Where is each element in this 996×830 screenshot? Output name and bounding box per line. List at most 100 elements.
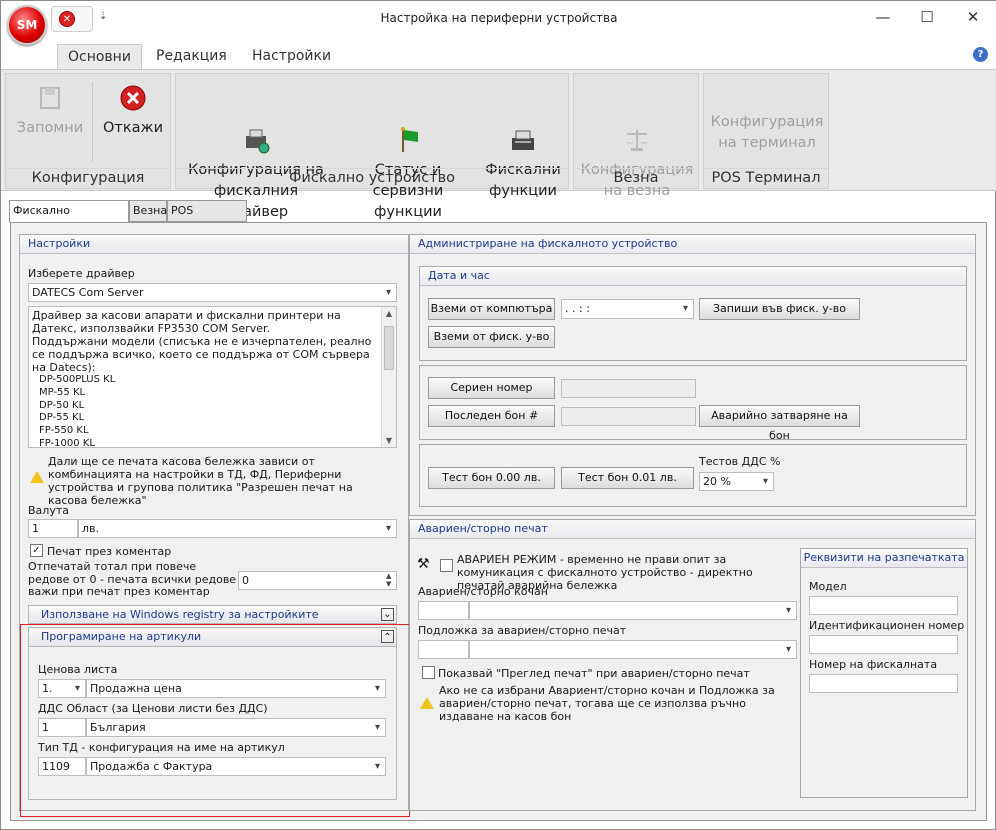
test-receipt-1-button[interactable]: Тест бон 0.01 лв. bbox=[561, 467, 694, 489]
pad-select[interactable] bbox=[469, 640, 797, 659]
last-receipt-field bbox=[561, 407, 696, 426]
spin-arrows-icon[interactable]: ▲ ▼ bbox=[386, 572, 391, 588]
help-icon[interactable]: ? bbox=[973, 47, 988, 62]
expand-icon[interactable]: ⌄ bbox=[381, 608, 394, 621]
description-scrollbar[interactable]: ▲ ▼ bbox=[381, 307, 396, 447]
ribbon: Запомни Откажи Конфигурация Конфигурация… bbox=[1, 69, 996, 220]
serial-number-button[interactable]: Сериен номер bbox=[428, 377, 555, 399]
get-from-pc-button[interactable]: Вземи от компютъра bbox=[428, 298, 555, 320]
admin-panel: Администриране на фискалното устройство … bbox=[409, 234, 976, 516]
tab-pos-terminal[interactable]: POS терминал bbox=[167, 200, 247, 237]
window-title: Настройка на периферни устройства bbox=[380, 11, 618, 25]
driver-select[interactable]: DATECS Com Server bbox=[28, 283, 397, 302]
close-button[interactable]: ✕ bbox=[953, 7, 993, 29]
datetime-picker[interactable]: . . : : bbox=[561, 299, 694, 319]
status-service-button[interactable]: Статус и сервизни функции bbox=[338, 84, 478, 223]
content-area: Настройки Изберете драйвер DATECS Com Se… bbox=[10, 222, 987, 821]
description-text: Драйвер за касови апарати и фискални при… bbox=[32, 309, 372, 374]
currency-label: Валута bbox=[28, 504, 69, 517]
id-number-field[interactable] bbox=[809, 635, 958, 654]
emergency-header: Авариен/сторно печат bbox=[410, 520, 975, 539]
write-to-device-button[interactable]: Запиши във фиск. у-во bbox=[699, 298, 860, 320]
total-spin[interactable]: 0 bbox=[238, 571, 397, 590]
cancel-button[interactable]: Откажи bbox=[98, 84, 168, 139]
pad-label: Подложка за авариен/сторно печат bbox=[418, 624, 627, 637]
fiscal-memory-field[interactable] bbox=[809, 674, 958, 693]
model-item: FP-1000 KL bbox=[39, 437, 95, 448]
test-vat-select[interactable]: 20 % bbox=[699, 472, 774, 491]
registry-label: Използване на Windows registry за настро… bbox=[41, 608, 319, 621]
test-vat-label: Тестов ДДС % bbox=[699, 455, 781, 468]
group-fiscal-device: Конфигурация на фискалния драйвер Статус… bbox=[175, 73, 569, 220]
model-item: DP-55 KL bbox=[39, 412, 85, 424]
group-scale: Конфигурация на везна Везна bbox=[573, 73, 699, 199]
pad-code[interactable] bbox=[418, 640, 469, 659]
emergency-close-button[interactable]: Аварийно затваряне на бон bbox=[699, 405, 860, 442]
printer-gear-icon bbox=[242, 105, 270, 154]
emergency-mode-checkbox[interactable] bbox=[440, 559, 453, 572]
tab-scale[interactable]: Везна bbox=[129, 200, 167, 222]
tab-osnovni[interactable]: Основни bbox=[57, 44, 142, 69]
divider bbox=[92, 82, 93, 162]
driver-label: Изберете драйвер bbox=[28, 267, 135, 280]
print-warning-text: Дали ще се печата касова бележка зависи … bbox=[48, 455, 353, 507]
requisites-section: Реквизити на разпечатката Модел Идентифи… bbox=[800, 548, 968, 798]
datetime-section: Дата и час Вземи от компютъра . . : : За… bbox=[419, 266, 967, 361]
registry-section[interactable]: Използване на Windows registry за настро… bbox=[28, 605, 397, 624]
model-item: FP-550 KL bbox=[39, 425, 89, 437]
warning-icon bbox=[30, 471, 44, 483]
model-item: DP-500PLUS KL bbox=[39, 374, 116, 385]
pos-config-button[interactable]: Конфигурация на терминал bbox=[708, 112, 826, 154]
group-label-scale: Везна bbox=[574, 168, 698, 188]
cancel-icon bbox=[119, 84, 147, 112]
currency-code-input[interactable]: 1 bbox=[28, 519, 78, 538]
test-receipt-section: Тест бон 0.00 лв. Тест бон 0.01 лв. Тест… bbox=[419, 444, 967, 507]
group-label-fiscal: Фискално устройство bbox=[176, 168, 568, 188]
requisites-header: Реквизити на разпечатката bbox=[801, 549, 967, 568]
driver-description[interactable]: Драйвер за касови апарати и фискални при… bbox=[28, 306, 397, 448]
warning-icon bbox=[420, 697, 434, 709]
print-comment-label: Печат през коментар bbox=[47, 545, 172, 558]
main-window: SM ✕ ⇣ Настройка на периферни устройства… bbox=[0, 0, 996, 830]
app-logo[interactable]: SM bbox=[7, 5, 47, 45]
minimize-button[interactable]: — bbox=[863, 7, 903, 29]
tab-redakcia[interactable]: Редакция bbox=[146, 44, 237, 69]
group-label-pos: POS Терминал bbox=[704, 168, 828, 188]
last-receipt-button[interactable]: Последен бон # bbox=[428, 405, 555, 427]
model-field[interactable] bbox=[809, 596, 958, 615]
preview-checkbox[interactable] bbox=[422, 666, 435, 679]
highlight-box bbox=[20, 624, 410, 817]
get-from-device-button[interactable]: Вземи от фиск. у-во bbox=[428, 326, 555, 348]
register-label: Авариен/сторно кочан bbox=[418, 585, 548, 598]
currency-select[interactable]: лв. bbox=[78, 519, 397, 538]
tab-nastroiki[interactable]: Настройки bbox=[242, 44, 341, 69]
emergency-note: Ако не са избрани Авариент/сторно кочан … bbox=[439, 684, 775, 723]
test-receipt-0-button[interactable]: Тест бон 0.00 лв. bbox=[428, 467, 555, 489]
total-label: Отпечатай тотал при повече редове от 0 -… bbox=[28, 560, 237, 598]
group-pos-terminal: Конфигурация на терминал POS Терминал bbox=[703, 73, 829, 189]
tools-icon: ⚒ bbox=[417, 556, 430, 572]
preview-label: Показвай "Преглед печат" при авариен/сто… bbox=[438, 667, 750, 680]
datetime-header: Дата и час bbox=[420, 267, 966, 286]
receipt-info-section: Сериен номер Последен бон # Аварийно зат… bbox=[419, 365, 967, 442]
scale-icon bbox=[623, 105, 651, 151]
save-button[interactable]: Запомни bbox=[12, 84, 88, 139]
model-item: DP-50 KL bbox=[39, 399, 85, 411]
admin-header: Администриране на фискалното устройство bbox=[410, 235, 975, 254]
maximize-button[interactable]: ☐ bbox=[907, 7, 947, 29]
save-icon bbox=[36, 84, 64, 112]
id-number-label: Идентификационен номер bbox=[809, 619, 965, 632]
model-item: MP-55 KL bbox=[39, 386, 86, 398]
group-configuration: Запомни Откажи Конфигурация bbox=[5, 73, 171, 189]
register-code[interactable] bbox=[418, 601, 469, 620]
tab-fiscal-device[interactable]: Фискално устройство bbox=[9, 200, 129, 237]
settings-header: Настройки bbox=[20, 235, 408, 254]
flag-icon bbox=[394, 105, 422, 152]
cash-register-icon bbox=[509, 105, 537, 150]
register-select[interactable] bbox=[469, 601, 797, 620]
print-comment-checkbox[interactable]: ✓ bbox=[30, 544, 43, 557]
cancel-label: Откажи bbox=[103, 120, 163, 136]
group-label-configuration: Конфигурация bbox=[6, 168, 170, 188]
save-label: Запомни bbox=[16, 120, 84, 136]
serial-number-field bbox=[561, 379, 696, 398]
